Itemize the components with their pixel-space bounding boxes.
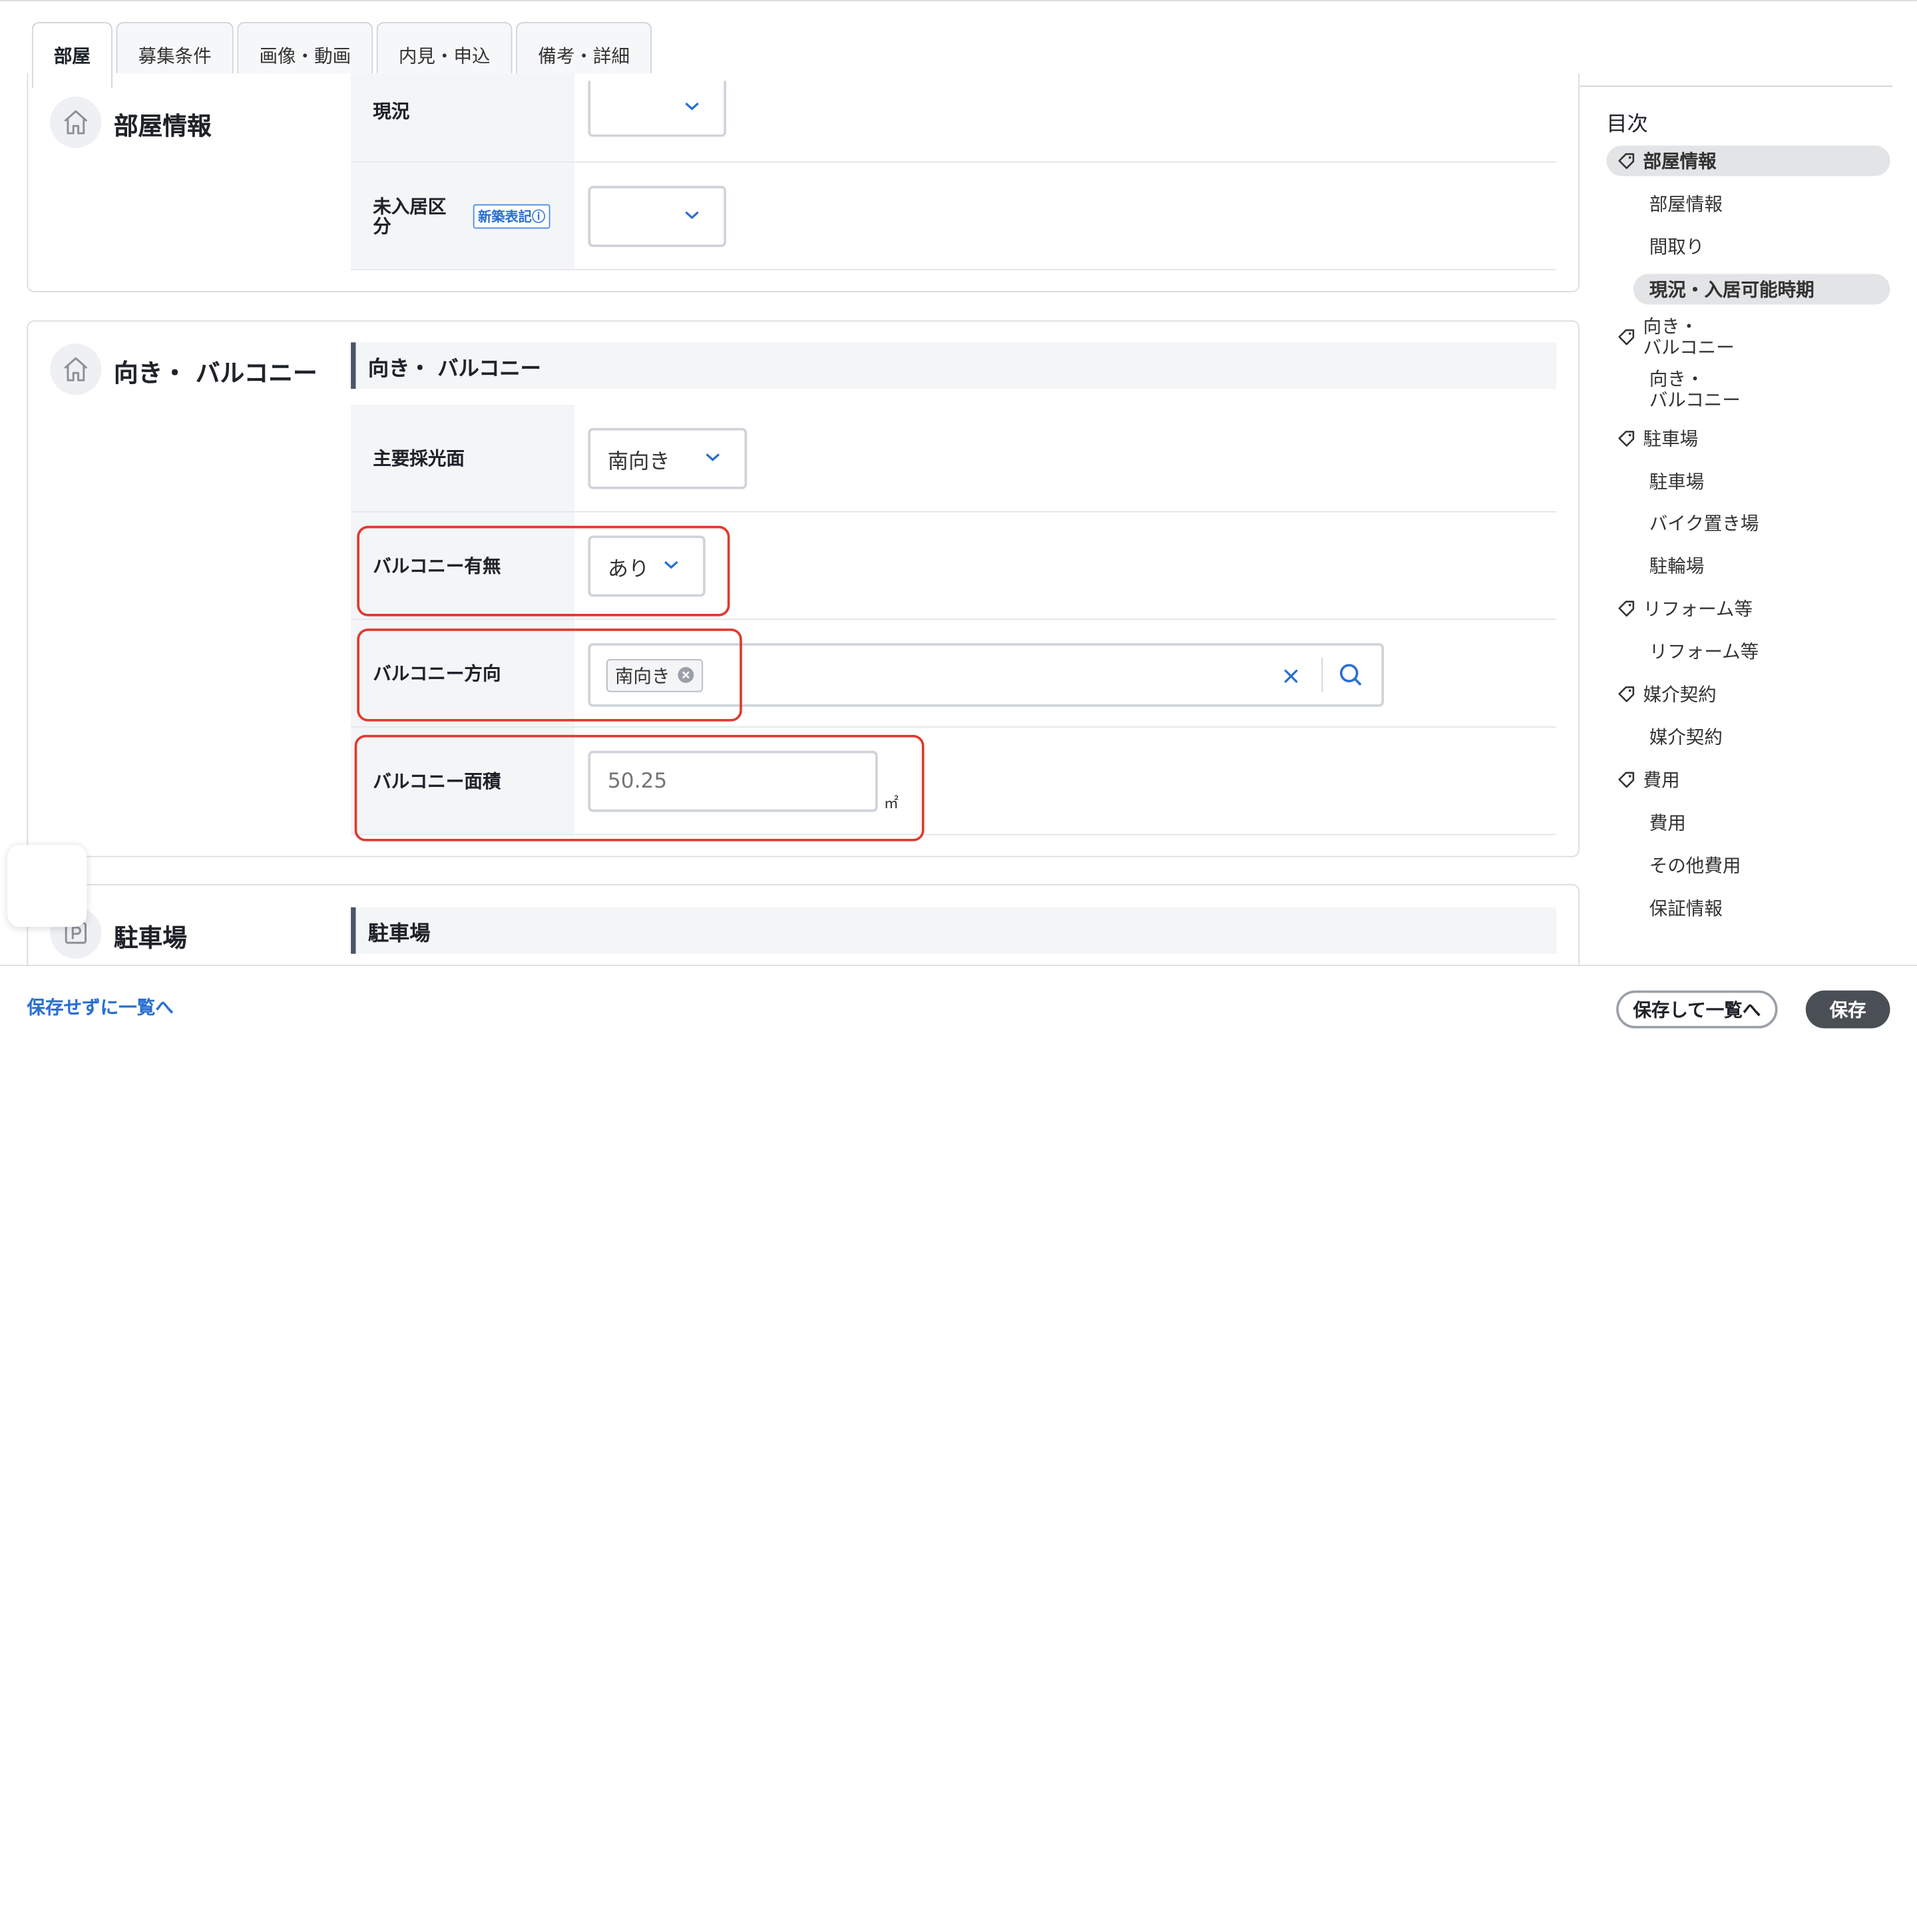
orientation-subheading: 向き・ バルコニー <box>351 342 1557 389</box>
toc-reform[interactable]: リフォーム等 <box>1643 599 1753 620</box>
toc-bicycle-parking[interactable]: 駐輪場 <box>1649 556 1705 577</box>
toc-costs-sub[interactable]: 費用 <box>1649 812 1686 834</box>
parking-subheading: 駐車場 <box>351 907 1557 954</box>
status-row: 現況 <box>351 73 1557 163</box>
chevron-down-icon <box>706 453 720 461</box>
toc-parking-sub[interactable]: 駐車場 <box>1649 471 1705 493</box>
help-icon: ⓘ <box>531 209 546 225</box>
main-light-select[interactable]: 南向き <box>588 427 747 489</box>
orientation-title: 向き・ バルコニー <box>113 358 318 388</box>
highlight-balcony <box>357 525 730 616</box>
toc-brokerage-sub[interactable]: 媒介契約 <box>1649 727 1723 748</box>
house-icon <box>50 344 102 395</box>
vacancy-row: 未入居区分 新築表記ⓘ <box>351 162 1557 270</box>
status-label: 現況 <box>351 73 575 162</box>
toc-layout[interactable]: 間取り <box>1649 236 1705 258</box>
toc-bike-parking[interactable]: バイク置き場 <box>1649 513 1759 534</box>
toc-orientation-sub[interactable]: 向き・ バルコニー <box>1649 369 1741 411</box>
tab-room[interactable]: 部屋 <box>31 22 113 89</box>
save-button[interactable]: 保存 <box>1805 990 1890 1029</box>
toc-guarantee[interactable]: 保証情報 <box>1649 898 1723 919</box>
parking-title: 駐車場 <box>113 923 188 953</box>
toc-other-costs[interactable]: その他費用 <box>1649 855 1741 877</box>
room-info-card: 部屋情報 現況 未入居区分 新築表記ⓘ <box>27 73 1580 292</box>
clear-icon[interactable] <box>1283 668 1300 685</box>
toc-status-move-in[interactable]: 現況・入居可能時期 <box>1649 280 1814 301</box>
toc-reform-sub[interactable]: リフォーム等 <box>1649 641 1759 662</box>
tag-icon <box>1618 772 1635 788</box>
highlight-balcony-direction <box>357 628 742 722</box>
search-icon[interactable] <box>1339 662 1363 687</box>
top-divider <box>0 0 1917 1</box>
toc-orientation[interactable]: 向き・ バルコニー <box>1643 316 1735 358</box>
chevron-down-icon <box>685 102 699 111</box>
status-select[interactable] <box>588 81 726 137</box>
main-light-label: 主要採光面 <box>351 404 575 511</box>
tag-icon <box>1618 431 1635 447</box>
vacancy-select[interactable] <box>588 186 726 248</box>
toc-title: 目次 <box>1606 112 1648 137</box>
tag-icon <box>1618 329 1635 346</box>
main-light-value: 南向き <box>607 449 670 474</box>
toc-costs[interactable]: 費用 <box>1643 770 1680 791</box>
highlight-balcony-area <box>354 734 925 842</box>
toc-parking[interactable]: 駐車場 <box>1643 429 1699 450</box>
page: 部屋 募集条件 画像・動画 内見・申込 備考・詳細 部屋情報 現況 未入居区分 … <box>0 0 1917 1052</box>
back-without-saving-link[interactable]: 保存せずに一覧へ <box>27 994 173 1020</box>
vacancy-label: 未入居区分 <box>373 194 447 237</box>
tag-icon <box>1618 153 1635 169</box>
toc-room-info-sub[interactable]: 部屋情報 <box>1649 194 1723 215</box>
main-light-row: 主要採光面 南向き <box>351 404 1557 513</box>
tag-icon <box>1618 601 1635 617</box>
toc-room-info[interactable]: 部屋情報 <box>1643 151 1717 172</box>
save-and-list-button[interactable]: 保存して一覧へ <box>1616 990 1778 1029</box>
toc-brokerage[interactable]: 媒介契約 <box>1643 684 1717 706</box>
house-icon <box>50 97 102 148</box>
new-build-badge[interactable]: 新築表記ⓘ <box>473 204 550 229</box>
floating-widget[interactable] <box>7 845 87 927</box>
chevron-down-icon <box>685 211 699 220</box>
vacancy-label-cell: 未入居区分 新築表記ⓘ <box>351 162 575 270</box>
room-info-title: 部屋情報 <box>113 111 212 141</box>
tag-icon <box>1618 686 1635 702</box>
search-divider <box>1321 658 1323 692</box>
